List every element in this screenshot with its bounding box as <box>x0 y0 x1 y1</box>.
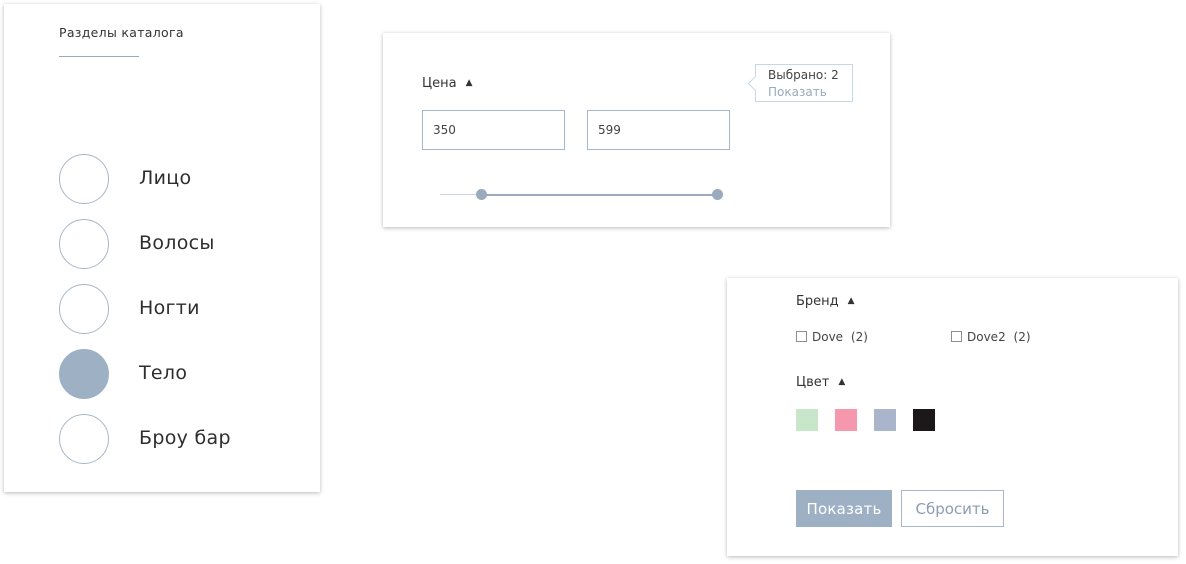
catalog-item-label: Ногти <box>139 297 200 319</box>
price-max-input[interactable] <box>587 110 730 150</box>
selected-count: Выбрано: 2 <box>768 68 839 82</box>
catalog-item-circle-active <box>59 349 109 399</box>
color-swatch-pink[interactable] <box>835 409 857 431</box>
price-filter-panel: Цена ▲ Выбрано: 2 Показать <box>383 33 890 227</box>
catalog-item-brow-bar[interactable]: Броу бар <box>59 414 299 464</box>
catalog-item-circle <box>59 219 109 269</box>
price-slider-max-handle[interactable] <box>711 189 723 200</box>
price-slider-range <box>481 194 717 196</box>
color-swatch-green[interactable] <box>796 409 818 431</box>
catalog-item-label: Волосы <box>139 232 215 254</box>
reset-button[interactable]: Сбросить <box>901 490 1004 527</box>
show-button[interactable]: Показать <box>796 490 892 527</box>
brand-label: Dove2 <box>967 330 1006 344</box>
catalog-item-label: Лицо <box>139 167 192 189</box>
catalog-title-underline <box>59 56 139 57</box>
tooltip-show-link[interactable]: Показать <box>768 84 852 101</box>
catalog-item-nails[interactable]: Ногти <box>59 284 299 334</box>
catalog-item-circle <box>59 154 109 204</box>
brand-title: Бренд <box>796 294 839 309</box>
catalog-item-circle <box>59 414 109 464</box>
brand-option-dove2[interactable]: Dove2 (2) <box>951 330 1031 344</box>
catalog-item-face[interactable]: Лицо <box>59 154 299 204</box>
chevron-up-icon: ▲ <box>465 78 473 88</box>
catalog-panel: Разделы каталога Лицо Волосы Ногти Тело … <box>4 4 320 492</box>
brand-count: (2) <box>850 330 868 344</box>
catalog-item-label: Броу бар <box>139 427 231 449</box>
chevron-up-icon: ▲ <box>838 377 846 387</box>
brand-option-dove[interactable]: Dove (2) <box>796 330 868 344</box>
brand-color-filter-panel: Бренд ▲ Dove (2) Dove2 (2) Цвет ▲ Показать… <box>727 278 1178 556</box>
chevron-up-icon: ▲ <box>847 296 855 306</box>
catalog-item-body[interactable]: Тело <box>59 349 299 399</box>
checkbox[interactable] <box>951 331 962 342</box>
brand-count: (2) <box>1013 330 1031 344</box>
brand-label: Dove <box>812 330 844 344</box>
color-section-toggle[interactable]: Цвет ▲ <box>796 375 845 390</box>
price-section-toggle[interactable]: Цена ▲ <box>422 76 472 91</box>
brand-section-toggle[interactable]: Бренд ▲ <box>796 294 855 309</box>
catalog-item-circle <box>59 284 109 334</box>
color-swatch-gray-blue[interactable] <box>874 409 896 431</box>
catalog-title: Разделы каталога <box>59 25 184 40</box>
price-title: Цена <box>422 76 457 91</box>
selection-tooltip: Выбрано: 2 Показать <box>755 64 853 102</box>
catalog-item-label: Тело <box>139 362 188 384</box>
color-swatch-black[interactable] <box>913 409 935 431</box>
catalog-item-hair[interactable]: Волосы <box>59 219 299 269</box>
color-title: Цвет <box>796 375 830 390</box>
price-min-input[interactable] <box>422 110 565 150</box>
price-slider-min-handle[interactable] <box>476 189 488 200</box>
checkbox[interactable] <box>796 331 807 342</box>
